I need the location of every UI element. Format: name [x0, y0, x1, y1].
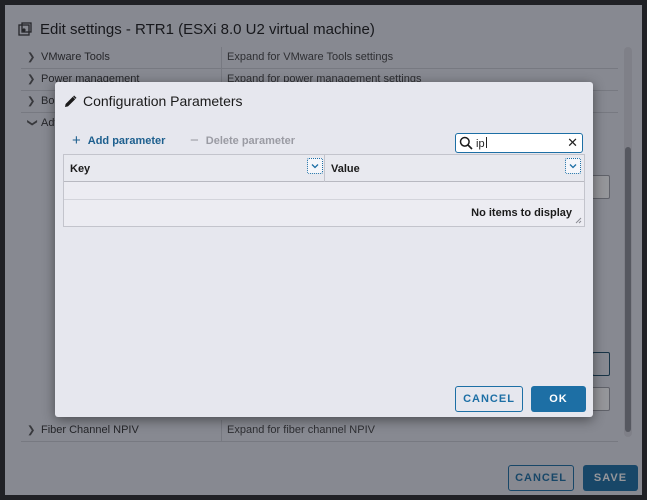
plus-icon: +	[72, 132, 81, 149]
grid-body	[64, 183, 584, 200]
column-header-value[interactable]: Value	[325, 155, 584, 182]
chevron-down-icon	[569, 164, 577, 169]
configuration-parameters-dialog: Configuration Parameters + Add parameter…	[55, 82, 593, 417]
grid-header: Key Value	[64, 155, 584, 182]
value-filter-button[interactable]	[565, 158, 581, 174]
pencil-icon	[64, 94, 78, 108]
grid-empty-message: No items to display	[471, 207, 572, 219]
column-header-key[interactable]: Key	[64, 155, 325, 182]
search-icon	[459, 136, 473, 150]
dialog-title: Configuration Parameters	[64, 91, 243, 111]
minus-icon: −	[190, 132, 199, 149]
clear-search-icon[interactable]: ✕	[567, 135, 578, 151]
parameters-grid: Key Value No items to display	[63, 154, 585, 227]
dialog-title-text: Configuration Parameters	[83, 93, 243, 109]
resize-handle-icon[interactable]	[575, 217, 582, 224]
search-value: ip	[476, 138, 485, 150]
delete-parameter-button[interactable]: − Delete parameter	[190, 133, 295, 148]
search-input[interactable]: ip ✕	[455, 133, 583, 153]
key-filter-button[interactable]	[307, 158, 323, 174]
dialog-ok-button[interactable]: OK	[531, 386, 586, 412]
dialog-cancel-button[interactable]: CANCEL	[455, 386, 523, 412]
chevron-down-icon	[311, 164, 319, 169]
add-parameter-button[interactable]: + Add parameter	[72, 133, 165, 148]
